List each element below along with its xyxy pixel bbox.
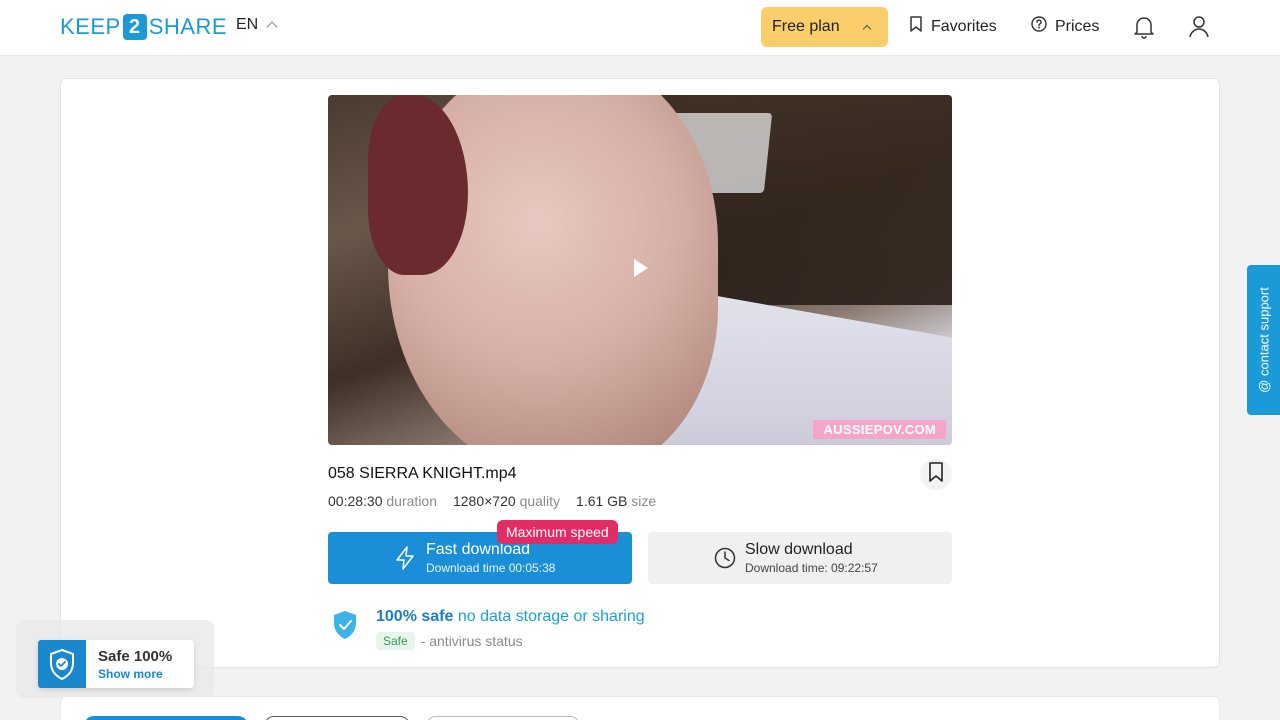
contact-support-label: @ contact support: [1256, 287, 1271, 393]
free-plan-button[interactable]: Free plan: [761, 7, 888, 47]
slow-download-label: Slow download: [745, 541, 853, 558]
video-watermark: AUSSIEPOV.COM: [813, 420, 946, 439]
file-name: 058 SIERRA KNIGHT.mp4: [328, 465, 517, 482]
file-meta: 00:28:30 duration 1280×720 quality 1.61 …: [328, 493, 656, 509]
maximum-speed-badge: Maximum speed: [497, 520, 618, 544]
meta-size: 1.61 GB size: [576, 493, 656, 509]
slow-download-button[interactable]: Slow download Download time: 09:22:57: [648, 532, 952, 584]
bookmark-icon: [928, 461, 944, 487]
contact-support-tab[interactable]: @ contact support: [1247, 265, 1280, 415]
chevron-up-icon: [862, 24, 872, 34]
bookmark-icon: [909, 16, 923, 37]
logo-text-share: SHARE: [148, 14, 227, 39]
safety-headline: 100% safe no data storage or sharing: [376, 608, 645, 626]
clock-icon: [714, 546, 736, 575]
logo-text-2: 2: [122, 14, 147, 40]
quality-label: quality: [519, 493, 561, 509]
slow-download-time: Download time: 09:22:57: [745, 561, 878, 575]
logo[interactable]: KEEP 2 SHARE: [60, 14, 227, 40]
duration-value: 00:28:30: [328, 493, 383, 509]
top-header: KEEP 2 SHARE EN Free plan Favorites Pric…: [0, 0, 1280, 56]
prices-link[interactable]: Prices: [1031, 16, 1099, 37]
fast-download-time: Download time 00:05:38: [426, 561, 556, 575]
shield-check-icon: [332, 610, 358, 645]
bell-icon[interactable]: [1132, 14, 1156, 40]
chevron-up-icon: [266, 21, 278, 33]
safety-strong: 100% safe: [376, 608, 454, 625]
quality-value: 1280×720: [452, 493, 516, 509]
tab-active[interactable]: [84, 716, 248, 720]
safety-rest: no data storage or sharing: [457, 608, 645, 625]
size-label: size: [631, 493, 657, 509]
tab-third[interactable]: [426, 716, 580, 720]
safe-widget-title: Safe 100%: [98, 648, 173, 665]
antivirus-status: Safe - antivirus status: [376, 632, 523, 650]
duration-label: duration: [386, 493, 437, 509]
video-preview[interactable]: AUSSIEPOV.COM: [328, 95, 952, 445]
tab-second[interactable]: [264, 716, 410, 720]
show-more-link[interactable]: Show more: [98, 667, 163, 681]
help-circle-icon: [1031, 16, 1047, 37]
favorites-label: Favorites: [931, 17, 997, 35]
language-label: EN: [236, 16, 259, 33]
favorites-link[interactable]: Favorites: [909, 16, 997, 37]
plan-label: Free plan: [772, 18, 840, 35]
safe-widget[interactable]: Safe 100% Show more: [38, 640, 194, 688]
user-icon[interactable]: [1187, 14, 1211, 40]
antivirus-label: - antivirus status: [420, 633, 523, 649]
language-selector[interactable]: EN: [236, 16, 278, 34]
play-icon[interactable]: [634, 259, 648, 277]
safe-badge: Safe: [376, 632, 415, 650]
meta-duration: 00:28:30 duration: [328, 493, 437, 509]
lightning-icon: [394, 546, 416, 575]
shield-check-icon: [38, 640, 86, 688]
size-value: 1.61 GB: [576, 493, 628, 509]
logo-text-keep: KEEP: [60, 14, 121, 39]
prices-label: Prices: [1055, 17, 1100, 35]
add-to-favorites-button[interactable]: [920, 458, 952, 490]
meta-quality: 1280×720 quality: [453, 493, 560, 509]
